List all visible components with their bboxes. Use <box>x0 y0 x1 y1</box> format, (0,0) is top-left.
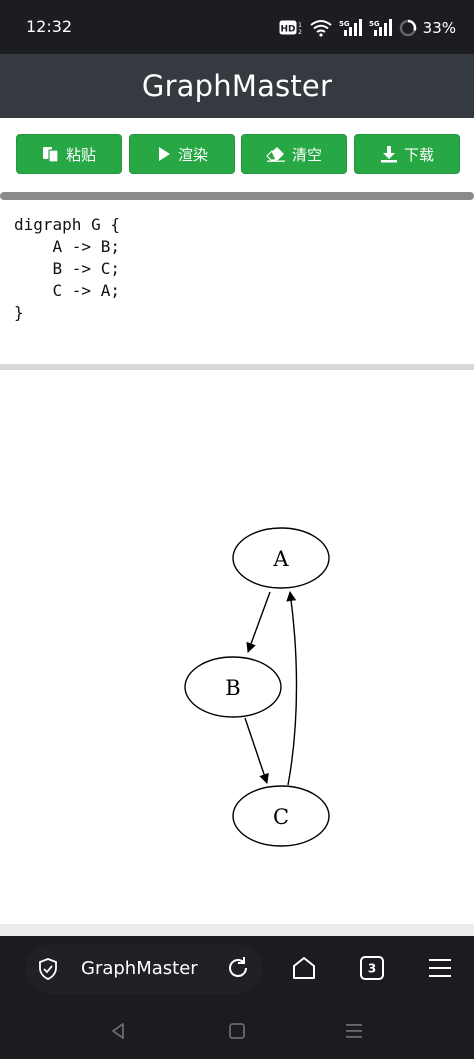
toolbar: 粘贴 渲染 清空 下载 <box>0 118 474 192</box>
download-button[interactable]: 下载 <box>354 134 460 174</box>
code-line: C -> A; <box>14 281 120 300</box>
code-line: A -> B; <box>14 237 120 256</box>
svg-text:1: 1 <box>298 22 302 29</box>
overview-icon[interactable] <box>227 1021 247 1041</box>
graph-node-c: C <box>232 785 330 847</box>
node-label: B <box>225 676 240 700</box>
edge-b-c <box>244 717 269 784</box>
eraser-icon <box>266 147 285 162</box>
status-time: 12:32 <box>26 17 73 36</box>
battery-ring-icon <box>399 19 416 37</box>
graph-node-a: A <box>232 527 330 589</box>
system-nav-bar <box>0 1002 474 1059</box>
edge-a-b <box>246 591 271 653</box>
svg-text:2: 2 <box>298 29 302 36</box>
render-button[interactable]: 渲染 <box>129 134 235 174</box>
node-label: A <box>272 547 289 571</box>
render-button-label: 渲染 <box>177 145 208 164</box>
recent-apps-icon[interactable] <box>344 1021 364 1041</box>
play-icon <box>158 147 170 161</box>
menu-icon[interactable] <box>427 955 453 981</box>
code-editor[interactable]: digraph G { A -> B; B -> C; C -> A; } <box>0 200 474 364</box>
paste-icon <box>42 147 59 163</box>
app-header: GraphMaster <box>0 54 474 118</box>
tab-count: 3 <box>368 962 376 976</box>
graph-svg: A B C <box>184 527 330 847</box>
hd-label: HD <box>280 25 295 35</box>
page-title: GraphMaster <box>141 69 333 103</box>
page-bottom-edge <box>0 924 474 936</box>
edge-c-a <box>286 591 298 786</box>
graph-node-b: B <box>184 656 282 718</box>
graph-canvas: A B C <box>0 370 474 924</box>
clear-button[interactable]: 清空 <box>241 134 347 174</box>
download-button-label: 下载 <box>403 145 434 164</box>
home-icon[interactable] <box>291 955 317 981</box>
reload-icon[interactable] <box>225 955 251 981</box>
code-line: digraph G { <box>14 215 120 234</box>
resize-handle-top[interactable] <box>0 192 474 200</box>
shield-check-icon <box>39 958 57 980</box>
network-5g-label-2: 5G <box>369 20 380 28</box>
wifi-icon <box>310 20 332 37</box>
paste-button[interactable]: 粘贴 <box>16 134 122 174</box>
download-icon <box>380 146 397 163</box>
app-screen: 12:32 HD 1 2 5G 5G 33% GraphMaster 粘贴 渲染… <box>0 0 474 1059</box>
clear-button-label: 清空 <box>291 145 322 164</box>
network-5g-label-1: 5G <box>339 20 350 28</box>
status-bar: 12:32 HD 1 2 5G 5G 33% <box>0 0 474 54</box>
paste-button-label: 粘贴 <box>65 145 96 164</box>
back-icon[interactable] <box>108 1021 128 1041</box>
tabs-icon[interactable]: 3 <box>359 955 385 981</box>
battery-level: 33% <box>422 19 456 37</box>
node-label: C <box>273 805 289 829</box>
hd-icon: HD 1 2 <box>279 20 302 36</box>
code-line: B -> C; <box>14 259 120 278</box>
tab-title: GraphMaster <box>81 958 198 979</box>
status-icons: HD 1 2 5G 5G 33% <box>279 14 456 42</box>
code-line: } <box>14 303 24 322</box>
signal-5g-icon-2: 5G <box>369 19 392 36</box>
browser-toolbar: GraphMaster 3 <box>0 936 474 1002</box>
signal-5g-icon-1: 5G <box>339 19 362 36</box>
